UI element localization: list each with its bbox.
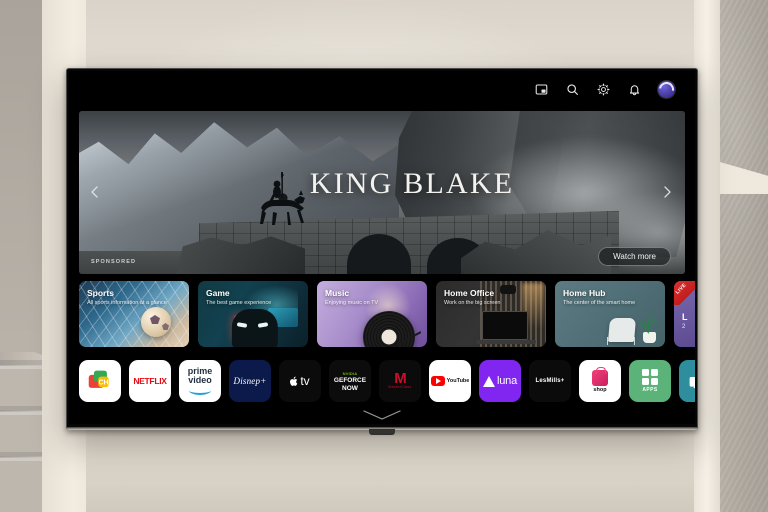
app-tile-masterclass[interactable]: M MasterClass — [379, 360, 421, 402]
app-tile-shop[interactable]: shop — [579, 360, 621, 402]
hero-banner[interactable]: KING BLAKE SPONSORED Watch more — [79, 111, 685, 274]
card-subtitle: Work on the big screen — [444, 300, 501, 306]
stone-texture — [720, 0, 768, 512]
app-tile-disney-plus[interactable]: Disnep+ — [229, 360, 271, 402]
app-tile-input-source[interactable] — [679, 360, 695, 402]
app-tile-geforce-now[interactable]: NVIDIA GEFORCE NOW — [329, 360, 371, 402]
desk-lamp — [500, 285, 516, 294]
potted-plant-icon — [637, 308, 661, 334]
luna-wordmark: luna — [497, 375, 517, 387]
hero-next-arrow[interactable] — [659, 184, 677, 202]
card-subtitle: The best game experience — [206, 300, 272, 306]
app-tile-prime-video[interactable]: prime video — [179, 360, 221, 402]
tv-screen: KING BLAKE SPONSORED Watch more Sports A… — [69, 71, 695, 424]
watch-more-button[interactable]: Watch more — [598, 247, 671, 266]
avatar-swoosh-icon — [656, 78, 677, 100]
top-bar — [69, 71, 695, 107]
stair-shadow — [0, 360, 42, 365]
card-live-partial[interactable]: LIVE L 2 — [674, 281, 695, 347]
live-badge-label: LIVE — [674, 282, 688, 296]
app-tile-channels[interactable]: CH — [79, 360, 121, 402]
stone-light-slash — [720, 148, 768, 194]
nvidia-brand-label: NVIDIA — [342, 370, 358, 376]
apple-logo-icon — [290, 376, 298, 386]
card-subtitle: All sports information at a glance — [87, 300, 167, 306]
card-home-hub[interactable]: Home Hub The center of the smart home — [555, 281, 665, 347]
profile-avatar[interactable] — [656, 78, 677, 100]
television: KING BLAKE SPONSORED Watch more Sports A… — [66, 68, 698, 437]
app-shelf-row: CH NETFLIX prime video Disnep+ tv NVIDIA… — [79, 357, 695, 405]
grid-icon — [642, 369, 658, 385]
gaming-chair-silhouette — [231, 309, 278, 347]
prime-label-bottom: video — [188, 375, 212, 385]
chevron-down-icon[interactable] — [360, 408, 404, 420]
settings-gear-icon[interactable] — [596, 82, 611, 97]
card-title: Music — [325, 288, 350, 298]
youtube-wordmark: YouTube — [446, 378, 470, 384]
stair-shadow — [0, 452, 42, 457]
card-title: Home Office — [444, 288, 495, 298]
hero-title: KING BLAKE — [309, 167, 515, 200]
card-home-office[interactable]: Home Office Work on the big screen — [436, 281, 546, 347]
prime-smile-icon — [188, 386, 211, 395]
chair-legs — [607, 337, 635, 345]
desk-surface — [476, 340, 536, 344]
stair-step — [0, 366, 42, 410]
svg-text:CH: CH — [98, 379, 108, 386]
luna-triangle-icon — [483, 375, 495, 387]
disney-wordmark: Disnep+ — [233, 376, 267, 386]
masterclass-wordmark: MasterClass — [388, 385, 412, 389]
tv-reflection — [66, 429, 698, 437]
apple-tv-wordmark: tv — [290, 374, 310, 388]
masterclass-mark: M — [394, 370, 406, 387]
stair-step — [0, 458, 42, 512]
apps-label: APPS — [642, 387, 658, 393]
app-tile-lesmills[interactable]: LesMills+ — [529, 360, 571, 402]
app-tile-apple-tv[interactable]: tv — [279, 360, 321, 402]
hero-prev-arrow[interactable] — [87, 184, 105, 202]
card-title: Game — [206, 288, 230, 298]
live-badge: LIVE — [674, 281, 695, 305]
card-subtitle: Enjoying music on TV — [325, 300, 379, 306]
geforce-label: GEFORCE — [333, 376, 367, 384]
app-tile-apps[interactable]: APPS — [629, 360, 671, 402]
app-tile-youtube[interactable]: YouTube — [429, 360, 471, 402]
staircase — [0, 0, 42, 512]
shopping-bag-icon — [592, 366, 608, 386]
category-card-row: Sports All sports information at a glanc… — [79, 281, 695, 347]
card-music[interactable]: Music Enjoying music on TV — [317, 281, 427, 347]
notification-bell-icon[interactable] — [627, 82, 642, 97]
stone-wall-panel — [720, 0, 768, 512]
app-tile-netflix[interactable]: NETFLIX — [129, 360, 171, 402]
monitor-screen — [482, 311, 528, 340]
stair-step — [0, 412, 42, 456]
search-icon[interactable] — [565, 82, 580, 97]
now-label: NOW — [342, 384, 358, 392]
room-scene: KING BLAKE SPONSORED Watch more Sports A… — [0, 0, 768, 512]
youtube-play-icon — [430, 376, 445, 386]
card-title: Home Hub — [563, 288, 606, 298]
card-subtitle: 2 — [682, 324, 686, 330]
multi-view-icon[interactable] — [534, 82, 549, 97]
card-subtitle: The center of the smart home — [563, 300, 636, 306]
card-sports[interactable]: Sports All sports information at a glanc… — [79, 281, 189, 347]
card-title: Sports — [87, 288, 114, 298]
shop-wordmark: shop — [593, 386, 607, 393]
floor-shadow — [86, 432, 694, 512]
lesmills-wordmark: LesMills+ — [535, 378, 565, 384]
stair-upper-wall — [0, 0, 42, 352]
sponsored-label: SPONSORED — [91, 259, 137, 265]
app-tile-luna[interactable]: luna — [479, 360, 521, 402]
card-game[interactable]: Game The best game experience — [198, 281, 308, 347]
stair-shadow — [0, 406, 42, 411]
netflix-wordmark: NETFLIX — [133, 375, 167, 386]
card-title: L — [682, 312, 688, 322]
screen-share-icon — [689, 377, 695, 389]
soccer-ball-icon — [141, 307, 171, 337]
